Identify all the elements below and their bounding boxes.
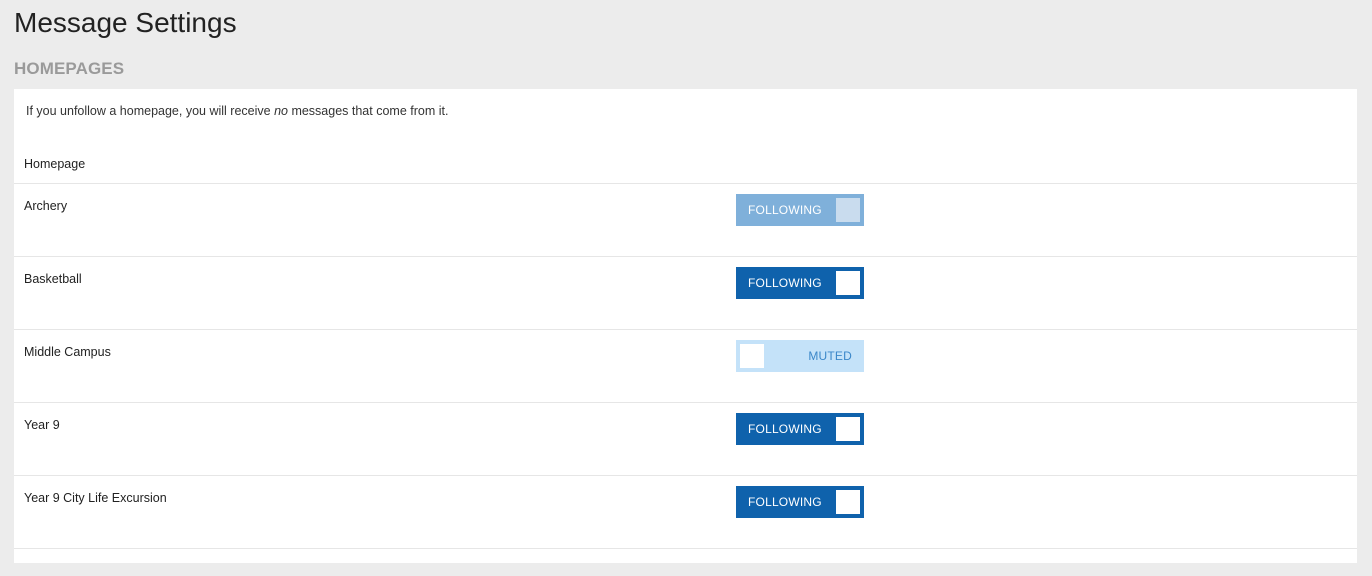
unfollow-notice-emphasis: no — [274, 104, 288, 118]
homepage-row-archery: Archery FOLLOWING — [14, 183, 1357, 256]
unfollow-notice: If you unfollow a homepage, you will rec… — [26, 103, 448, 119]
homepages-panel: If you unfollow a homepage, you will rec… — [14, 89, 1357, 563]
unfollow-notice-text-end: messages that come from it. — [287, 104, 449, 118]
follow-toggle-year-9[interactable]: FOLLOWING — [736, 413, 864, 445]
homepage-name: Year 9 City Life Excursion — [24, 491, 167, 505]
homepage-list: Archery FOLLOWING Basketball FOLLOWING M… — [14, 183, 1357, 549]
toggle-knob — [740, 344, 764, 368]
homepage-column-header: Homepage — [24, 157, 86, 171]
follow-toggle-year-9-city-life-excursion[interactable]: FOLLOWING — [736, 486, 864, 518]
section-title-homepages: HOMEPAGES — [14, 59, 125, 78]
homepage-row-basketball: Basketball FOLLOWING — [14, 256, 1357, 329]
follow-toggle-basketball[interactable]: FOLLOWING — [736, 267, 864, 299]
follow-toggle-middle-campus[interactable]: MUTED — [736, 340, 864, 372]
homepage-row-year-9: Year 9 FOLLOWING — [14, 402, 1357, 475]
message-settings-page: Message Settings HOMEPAGES If you unfoll… — [0, 0, 1372, 576]
toggle-label: FOLLOWING — [748, 276, 822, 290]
toggle-label: FOLLOWING — [748, 422, 822, 436]
homepage-name: Year 9 — [24, 418, 60, 432]
homepage-row-year-9-city-life-excursion: Year 9 City Life Excursion FOLLOWING — [14, 475, 1357, 549]
unfollow-notice-text-start: If you unfollow a homepage, you will rec… — [26, 104, 275, 118]
follow-toggle-archery[interactable]: FOLLOWING — [736, 194, 864, 226]
toggle-knob — [836, 198, 860, 222]
toggle-label: FOLLOWING — [748, 203, 822, 217]
homepage-name: Middle Campus — [24, 345, 111, 359]
toggle-label: MUTED — [808, 349, 852, 363]
toggle-knob — [836, 271, 860, 295]
toggle-label: FOLLOWING — [748, 495, 822, 509]
homepage-name: Basketball — [24, 272, 82, 286]
homepage-row-middle-campus: Middle Campus MUTED — [14, 329, 1357, 402]
toggle-knob — [836, 490, 860, 514]
toggle-knob — [836, 417, 860, 441]
homepage-name: Archery — [24, 199, 68, 213]
page-title: Message Settings — [14, 7, 237, 38]
